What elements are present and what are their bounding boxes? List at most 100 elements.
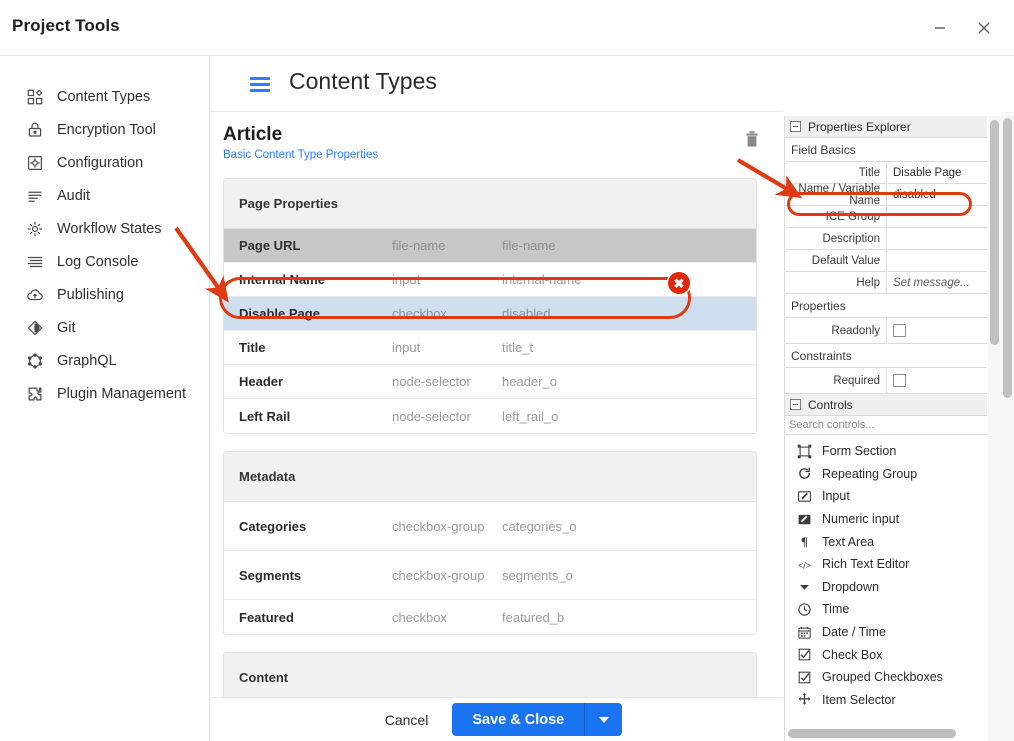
- property-value-input[interactable]: Set message...: [887, 272, 987, 293]
- field-variable-name: header_o: [502, 374, 557, 389]
- sections-list: Page Properties Page URL file-name file-nam…: [210, 178, 783, 738]
- field-label: Page URL: [239, 238, 301, 253]
- collapse-box-icon[interactable]: [790, 121, 801, 132]
- delete-content-type-button[interactable]: [741, 128, 763, 150]
- save-split-button: Save & Close: [452, 703, 623, 736]
- checkbox-input[interactable]: [893, 324, 906, 337]
- table-row[interactable]: Categories checkbox-group categories_o: [224, 502, 756, 551]
- control-item-grouped-checkboxes[interactable]: Grouped Checkboxes: [785, 666, 987, 689]
- field-label: Segments: [239, 567, 302, 583]
- annotation-ellipse-disable-page-row: [219, 277, 691, 319]
- collapse-box-icon[interactable]: [790, 399, 801, 410]
- table-row[interactable]: Featured checkbox featured_b: [224, 600, 756, 634]
- sidebar-item-git[interactable]: Git: [0, 311, 210, 344]
- property-value-input[interactable]: [887, 250, 987, 271]
- minimize-button[interactable]: [924, 12, 956, 44]
- search-controls-input[interactable]: Search controls...: [785, 416, 987, 435]
- svg-text:</>: </>: [798, 560, 811, 570]
- control-item-form-section[interactable]: Form Section: [785, 440, 987, 463]
- property-row: Required: [785, 368, 987, 394]
- control-item-numeric-input[interactable]: Numeric input: [785, 508, 987, 531]
- sidebar-item-publishing[interactable]: Publishing: [0, 278, 210, 311]
- content-type-name: Article: [223, 124, 283, 145]
- grouped-checkbox-icon: [795, 670, 813, 685]
- property-row: Description: [785, 228, 987, 250]
- properties-scrollbar-thumb[interactable]: [990, 120, 999, 345]
- checkbox-input[interactable]: [893, 374, 906, 387]
- sidebar-item-encryption-tool[interactable]: Encryption Tool: [0, 113, 210, 146]
- annotation-ellipse-name-variable-name: [787, 192, 972, 216]
- field-label: Title: [239, 340, 266, 355]
- control-item-label: Date / Time: [822, 625, 886, 640]
- sidebar-item-label: Encryption Tool: [57, 121, 156, 138]
- control-item-check-box[interactable]: Check Box: [785, 643, 987, 666]
- controls-title: Controls: [808, 397, 853, 412]
- table-row[interactable]: Page URL file-name file-name: [224, 229, 756, 263]
- main-content: Content Types Article Basic Content Type…: [210, 56, 783, 741]
- save-and-close-button[interactable]: Save & Close: [452, 703, 585, 736]
- field-control-type: node-selector: [392, 374, 471, 389]
- sidebar-item-label: Plugin Management: [57, 385, 186, 402]
- table-row[interactable]: Title input title_t: [224, 331, 756, 365]
- section-title: Page Properties: [224, 179, 756, 229]
- lock-icon: [24, 119, 46, 141]
- controls-horizontal-scrollbar-thumb[interactable]: [788, 729, 956, 738]
- sidebar-item-label: Content Types: [57, 88, 151, 105]
- numeric-input-icon: [795, 512, 813, 527]
- field-variable-name: title_t: [502, 340, 534, 355]
- control-item-date-time[interactable]: Date / Time: [785, 621, 987, 644]
- property-value-input[interactable]: [887, 228, 987, 249]
- control-item-time[interactable]: Time: [785, 598, 987, 621]
- field-control-type: checkbox: [392, 609, 447, 625]
- field-control-type: node-selector: [392, 408, 471, 424]
- property-row: Help Set message...: [785, 272, 987, 294]
- table-row[interactable]: Segments checkbox-group segments_o: [224, 551, 756, 600]
- controls-header[interactable]: Controls: [785, 394, 987, 416]
- move-arrows-icon: [795, 692, 813, 707]
- minimize-icon: [935, 27, 945, 29]
- table-row[interactable]: Header node-selector header_o: [224, 365, 756, 399]
- close-button[interactable]: [968, 12, 1000, 44]
- window-scrollbar-thumb[interactable]: [1003, 118, 1012, 398]
- control-item-input[interactable]: Input: [785, 485, 987, 508]
- property-label: Required: [785, 368, 887, 393]
- annotation-delete-badge: ✖: [668, 272, 690, 294]
- section-title: Metadata: [224, 452, 756, 502]
- sidebar-item-audit[interactable]: Audit: [0, 179, 210, 212]
- sidebar-item-plugin-management[interactable]: Plugin Management: [0, 377, 210, 410]
- input-pencil-icon: [795, 489, 813, 504]
- hamburger-icon[interactable]: [250, 77, 270, 92]
- sidebar-item-label: Workflow States: [57, 220, 162, 237]
- sidebar-nav: Content Types Encryption Tool Configuratio…: [0, 80, 210, 410]
- control-item-text-area[interactable]: ¶ Text Area: [785, 530, 987, 553]
- table-row[interactable]: Left Rail node-selector left_rail_o: [224, 399, 756, 433]
- field-control-type: checkbox-group: [392, 518, 485, 534]
- sidebar-item-workflow-states[interactable]: Workflow States: [0, 212, 210, 245]
- save-options-dropdown-button[interactable]: [584, 703, 623, 736]
- basic-properties-link[interactable]: Basic Content Type Properties: [223, 149, 759, 161]
- property-value-input[interactable]: Disable Page: [887, 162, 987, 183]
- field-variable-name: left_rail_o: [502, 408, 559, 424]
- trash-icon: [746, 131, 758, 147]
- control-item-dropdown[interactable]: Dropdown: [785, 576, 987, 599]
- property-group-title: Constraints: [785, 344, 987, 368]
- control-item-item-selector[interactable]: Item Selector: [785, 689, 987, 712]
- sidebar-item-graphql[interactable]: GraphQL: [0, 344, 210, 377]
- page-title: Content Types: [289, 68, 437, 94]
- control-item-label: Time: [822, 602, 850, 617]
- gear-box-icon: [24, 152, 46, 174]
- sidebar-item-log-console[interactable]: Log Console: [0, 245, 210, 278]
- chevron-down-icon: [598, 716, 609, 723]
- sidebar-item-content-types[interactable]: Content Types: [0, 80, 210, 113]
- checkbox-icon: [795, 647, 813, 662]
- properties-explorer-header[interactable]: Properties Explorer: [785, 116, 987, 138]
- pilcrow-icon: ¶: [795, 534, 813, 549]
- cancel-button[interactable]: Cancel: [371, 706, 443, 734]
- control-item-repeating-group[interactable]: Repeating Group: [785, 463, 987, 486]
- annotation-badge-glyph: ✖: [673, 275, 685, 291]
- control-item-rich-text-editor[interactable]: </> Rich Text Editor: [785, 553, 987, 576]
- document-header: Article Basic Content Type Properties: [210, 112, 783, 161]
- caret-down-icon: [795, 579, 813, 594]
- window-title-bar: Project Tools: [0, 0, 1014, 56]
- sidebar-item-configuration[interactable]: Configuration: [0, 146, 210, 179]
